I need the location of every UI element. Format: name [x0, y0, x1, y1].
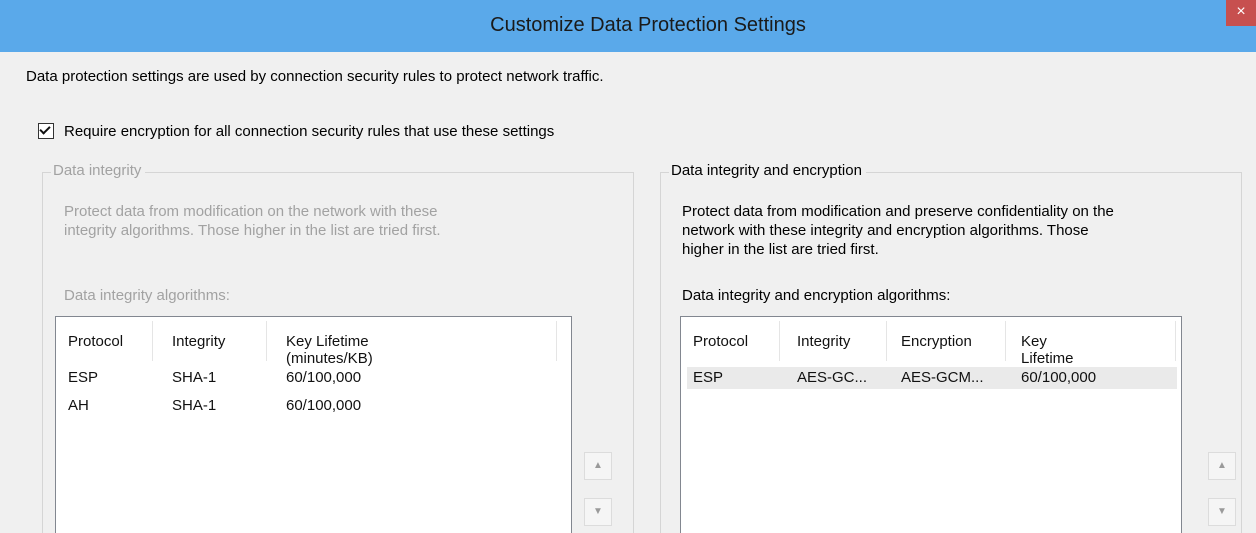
data-integrity-encryption-description-line: network with these integrity and encrypt… [682, 222, 1089, 239]
data-integrity-encryption-legend: Data integrity and encryption [669, 162, 866, 179]
arrow-down-icon: ▼ [1217, 506, 1227, 517]
data-integrity-encryption-algorithms-list[interactable]: Protocol Integrity Encryption Key Lifeti… [680, 316, 1182, 533]
data-integrity-encryption-description: Protect data from modification and prese… [682, 202, 1114, 259]
data-integrity-move-up-button[interactable]: ▲ [584, 452, 612, 480]
require-encryption-row[interactable]: Require encryption for all connection se… [38, 122, 554, 140]
data-integrity-description-line: Protect data from modification on the ne… [64, 203, 438, 220]
column-divider[interactable] [1005, 321, 1006, 361]
row-key-lifetime: 60/100,000 [286, 369, 362, 386]
data-integrity-description-line: integrity algorithms. Those higher in th… [64, 222, 441, 239]
data-integrity-encryption-move-down-button[interactable]: ▼ [1208, 498, 1236, 526]
title-bar[interactable]: Customize Data Protection Settings × [0, 0, 1256, 52]
row-protocol: ESP [68, 369, 99, 386]
data-integrity-encryption-description-line: higher in the list are tried first. [682, 241, 879, 258]
column-header-integrity[interactable]: Integrity [797, 333, 850, 350]
column-header-integrity[interactable]: Integrity [172, 333, 225, 350]
arrow-down-icon: ▼ [593, 506, 603, 517]
column-divider[interactable] [886, 321, 887, 361]
row-integrity: SHA-1 [172, 369, 217, 386]
row-key-lifetime: 60/100,000 [1021, 369, 1097, 386]
column-header-protocol[interactable]: Protocol [68, 333, 123, 350]
require-encryption-label: Require encryption for all connection se… [64, 122, 555, 140]
row-protocol: AH [68, 397, 89, 414]
data-integrity-encryption-description-line: Protect data from modification and prese… [682, 203, 1114, 220]
dialog-description: Data protection settings are used by con… [26, 68, 604, 85]
column-divider[interactable] [556, 321, 557, 361]
data-integrity-legend: Data integrity [51, 162, 146, 179]
column-divider[interactable] [266, 321, 267, 361]
row-encryption: AES-GCM... [901, 369, 984, 386]
window-title: Customize Data Protection Settings [490, 14, 806, 36]
arrow-up-icon: ▲ [593, 460, 603, 471]
dialog-window: Customize Data Protection Settings × Dat… [0, 0, 1256, 533]
arrow-up-icon: ▲ [1217, 460, 1227, 471]
column-divider[interactable] [1175, 321, 1176, 361]
data-integrity-move-down-button[interactable]: ▼ [584, 498, 612, 526]
column-divider[interactable] [152, 321, 153, 361]
data-integrity-encryption-move-up-button[interactable]: ▲ [1208, 452, 1236, 480]
close-button[interactable]: × [1226, 0, 1256, 26]
column-header-protocol[interactable]: Protocol [693, 333, 748, 350]
column-header-key-lifetime[interactable]: Key Lifetime (minutes/KB) [286, 333, 373, 367]
data-integrity-algorithms-label: Data integrity algorithms: [64, 287, 230, 304]
close-icon: × [1236, 3, 1246, 20]
column-divider[interactable] [779, 321, 780, 361]
column-header-encryption[interactable]: Encryption [901, 333, 972, 350]
data-integrity-description: Protect data from modification on the ne… [64, 202, 441, 240]
row-integrity: AES-GC... [797, 369, 868, 386]
row-protocol: ESP [693, 369, 724, 386]
data-integrity-algorithms-list[interactable]: Protocol Integrity Key Lifetime (minutes… [55, 316, 572, 533]
row-integrity: SHA-1 [172, 397, 217, 414]
row-key-lifetime: 60/100,000 [286, 397, 362, 414]
require-encryption-checkbox[interactable] [38, 123, 54, 139]
data-integrity-encryption-algorithms-label: Data integrity and encryption algorithms… [682, 287, 951, 304]
